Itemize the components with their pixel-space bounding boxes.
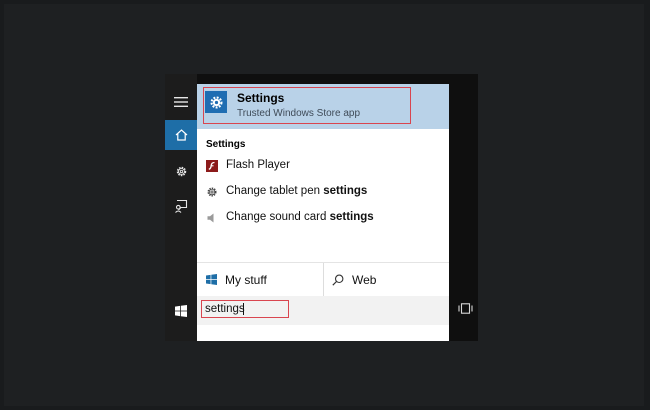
result-tablet-pen-settings[interactable]: Change tablet pen settings (197, 182, 449, 204)
scope-divider (323, 263, 324, 296)
windows-logo-icon (175, 305, 187, 317)
result-label: Flash Player (226, 159, 290, 171)
text-caret (243, 303, 244, 315)
search-box-row (197, 296, 449, 325)
search-scope-bar: My stuff Web (197, 262, 449, 296)
web-label: Web (352, 272, 377, 287)
feedback-button[interactable] (165, 191, 197, 221)
my-stuff-label: My stuff (225, 272, 267, 287)
result-sound-card-settings[interactable]: Change sound card settings (197, 208, 449, 230)
results-section-header: Settings (206, 139, 246, 150)
gear-icon (176, 166, 186, 176)
result-label: Change sound card settings (226, 211, 374, 223)
my-stuff-button[interactable]: My stuff (206, 263, 322, 296)
home-button[interactable] (165, 120, 197, 150)
left-rail (165, 74, 197, 341)
search-results-flyout: Settings Trusted Windows Store app Setti… (197, 84, 449, 341)
gear-icon (205, 185, 219, 199)
feedback-icon (175, 199, 188, 213)
home-icon (175, 129, 187, 141)
hamburger-menu-icon (174, 97, 188, 107)
result-label: Change tablet pen settings (226, 185, 368, 197)
settings-rail-button[interactable] (165, 156, 197, 186)
result-flash-player[interactable]: Flash Player (197, 156, 449, 178)
highlight-annotation (203, 87, 411, 124)
best-match-result[interactable]: Settings Trusted Windows Store app (197, 84, 449, 129)
windows-logo-icon (206, 274, 217, 285)
search-icon (332, 274, 344, 286)
search-input[interactable] (201, 300, 289, 318)
task-view-button[interactable] (457, 300, 473, 316)
speaker-icon (205, 211, 219, 225)
web-button[interactable]: Web (332, 263, 448, 296)
start-search-panel: Settings Trusted Windows Store app Setti… (165, 74, 478, 341)
hamburger-menu-button[interactable] (165, 87, 197, 117)
task-view-icon (457, 302, 473, 314)
start-button[interactable] (165, 297, 197, 325)
flash-icon (205, 159, 219, 173)
